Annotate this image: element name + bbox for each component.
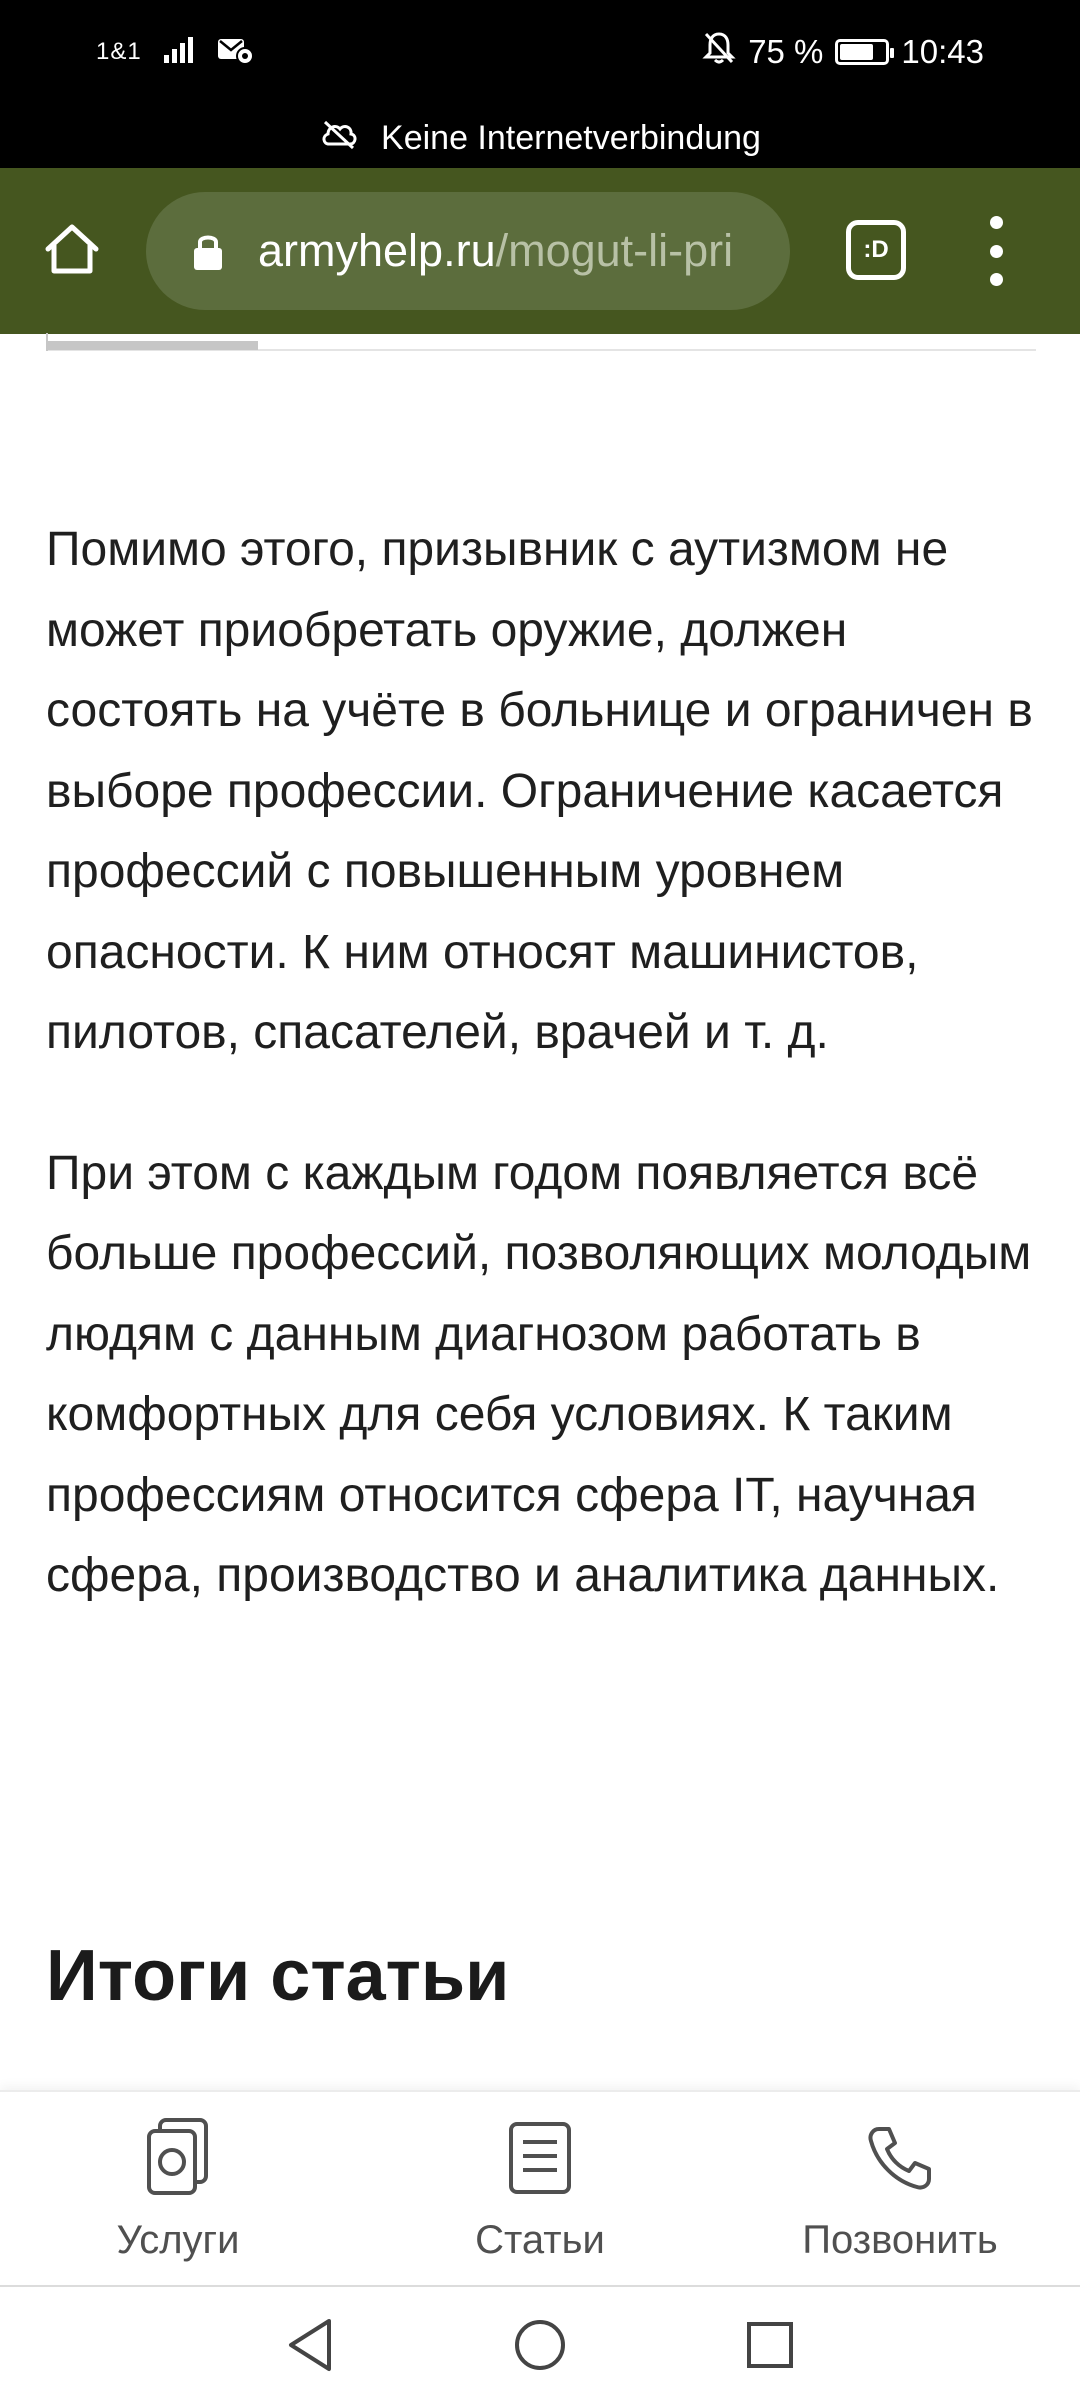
address-bar[interactable]: armyhelp.ru/mogut-li-pri xyxy=(146,192,790,310)
browser-toolbar: armyhelp.ru/mogut-li-pri :D xyxy=(0,168,1080,334)
offline-banner: Keine Internetverbindung xyxy=(0,112,1080,164)
section-heading: Итоги статьи xyxy=(46,1936,510,2016)
nav-services-label: Услуги xyxy=(116,2218,240,2262)
nav-articles-label: Статьи xyxy=(475,2218,605,2262)
recents-button[interactable] xyxy=(740,2315,800,2375)
status-bar: 1&1 75 % 10:43 Keine Internetverbindung xyxy=(0,0,1080,168)
tab-switcher-button[interactable]: :D xyxy=(846,220,906,280)
cloud-off-icon xyxy=(319,118,359,159)
back-icon xyxy=(289,2319,331,2371)
article-body: Помимо этого, призывник с аутизмом не мо… xyxy=(46,510,1046,1677)
offline-text: Keine Internetverbindung xyxy=(381,118,761,157)
status-right: 75 % 10:43 xyxy=(702,30,984,74)
signal-icon xyxy=(162,35,196,70)
nav-call-label: Позвонить xyxy=(802,2218,998,2262)
phone-icon xyxy=(868,2127,931,2190)
wifi-calling-icon xyxy=(216,35,254,70)
clock: 10:43 xyxy=(901,33,984,70)
nav-services[interactable]: Услуги xyxy=(28,2114,328,2263)
recents-icon xyxy=(747,2322,793,2368)
tab-switcher-label: :D xyxy=(863,236,889,263)
back-button[interactable] xyxy=(280,2315,340,2375)
article-paragraph: Помимо этого, призывник с аутизмом не мо… xyxy=(46,523,1033,1059)
url-text[interactable]: armyhelp.ru/mogut-li-pri xyxy=(258,225,733,277)
section-indicator xyxy=(46,341,258,350)
mute-icon xyxy=(702,30,736,74)
battery-icon xyxy=(835,39,895,65)
home-circle-icon xyxy=(515,2320,565,2370)
lock-icon xyxy=(186,227,230,275)
system-nav-bar xyxy=(0,2285,1080,2402)
nav-articles[interactable]: Статьи xyxy=(390,2114,690,2263)
services-icon xyxy=(147,2118,208,2195)
bottom-nav: Услуги Статьи Позвонить xyxy=(0,2090,1080,2287)
nav-call[interactable]: Позвонить xyxy=(750,2114,1050,2263)
carrier-label: 1&1 xyxy=(96,38,142,65)
overflow-menu-button[interactable] xyxy=(972,216,1020,286)
home-icon xyxy=(45,224,99,274)
menu-dot-icon xyxy=(989,216,1003,229)
url-host: armyhelp.ru xyxy=(258,225,496,276)
status-left: 1&1 xyxy=(96,32,254,72)
article-paragraph: При этом с каждым годом появляется всё б… xyxy=(46,1146,1032,1603)
home-nav-button[interactable] xyxy=(510,2315,570,2375)
content-divider xyxy=(46,333,1036,351)
menu-dot-icon xyxy=(989,244,1003,258)
battery-percent: 75 % xyxy=(748,33,824,70)
url-path: /mogut-li-pri xyxy=(495,225,734,276)
home-button[interactable] xyxy=(36,213,108,285)
menu-dot-icon xyxy=(989,273,1003,286)
articles-icon xyxy=(509,2122,571,2194)
